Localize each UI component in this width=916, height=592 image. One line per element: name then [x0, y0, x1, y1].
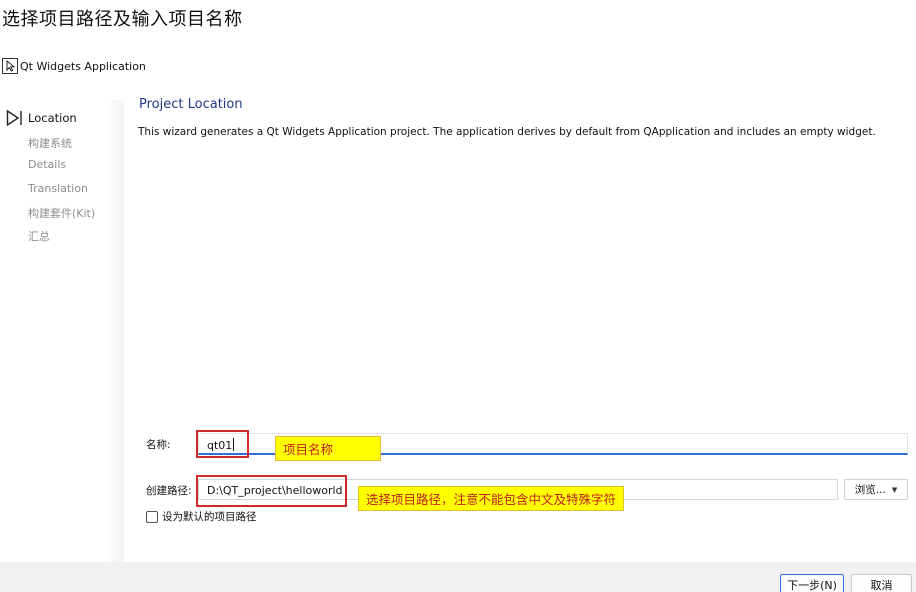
- name-highlight-box: [196, 430, 249, 458]
- step-translation: Translation: [28, 182, 88, 195]
- cursor-icon: [2, 58, 18, 74]
- step-build-system: 构建系统: [28, 137, 72, 150]
- path-label: 创建路径:: [146, 485, 192, 497]
- next-button[interactable]: 下一步(N): [780, 574, 844, 592]
- wizard-header: Qt Widgets Application: [2, 58, 146, 74]
- path-highlight-box: [196, 475, 347, 507]
- annotation-caption: 选择项目路径及输入项目名称: [2, 9, 243, 30]
- default-path-checkbox[interactable]: [146, 510, 158, 523]
- step-summary: 汇总: [28, 230, 50, 243]
- step-location: Location: [28, 111, 77, 125]
- cancel-button[interactable]: 取消: [851, 574, 912, 592]
- step-details: Details: [28, 158, 67, 171]
- current-step-arrow-icon: [6, 109, 22, 127]
- page-title: Project Location: [139, 97, 243, 112]
- page-description: This wizard generates a Qt Widgets Appli…: [138, 126, 876, 138]
- browse-button[interactable]: 浏览... ▼: [844, 479, 908, 500]
- step-kits: 构建套件(Kit): [28, 207, 96, 220]
- default-path-option[interactable]: 设为默认的项目路径: [146, 509, 257, 524]
- name-label: 名称:: [146, 439, 171, 451]
- browse-label: 浏览...: [854, 484, 886, 496]
- path-annotation: 选择项目路径，注意不能包含中文及特殊字符: [358, 486, 625, 511]
- dropdown-arrow-icon: ▼: [891, 485, 898, 494]
- wizard-steps-sidebar: Location 构建系统 Details Translation 构建套件(K…: [0, 100, 124, 562]
- wizard-footer: [0, 562, 916, 592]
- name-annotation: 项目名称: [275, 436, 381, 461]
- wizard-title: Qt Widgets Application: [20, 59, 146, 73]
- default-path-label: 设为默认的项目路径: [162, 511, 257, 523]
